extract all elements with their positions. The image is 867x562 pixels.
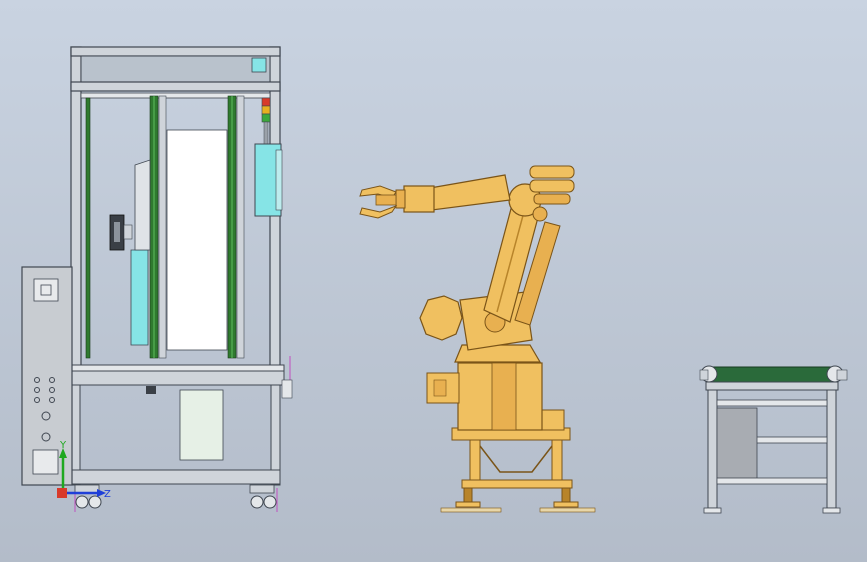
conveyor-cross-beam: [716, 399, 828, 407]
signal-tower: [261, 97, 271, 145]
lower-beam: [70, 469, 281, 485]
base-motor-cap: [433, 379, 447, 397]
cad-assembly-view: Y Z: [21, 46, 848, 514]
shoulder-motor: [419, 295, 463, 341]
green-belt: [711, 366, 833, 383]
cyan-slide-panel: [130, 249, 149, 346]
conveyor-mid-beam: [755, 436, 828, 444]
conveyor-bottom-beam: [716, 477, 828, 485]
frame-upper-rail: [70, 81, 281, 92]
forearm: [429, 174, 511, 211]
cyan-sensor-box: [251, 57, 267, 73]
conveyor-side-rail: [699, 369, 709, 381]
slide-bracket: [134, 159, 151, 251]
triad-z-label: Z: [104, 489, 111, 500]
forearm-motor-top: [529, 165, 575, 179]
conveyor-side-rail-right: [836, 369, 848, 381]
cyan-side-cover: [275, 149, 283, 211]
table-top: [70, 364, 285, 372]
conveyor-leg-left: [707, 389, 718, 509]
roller-conveyor-stand: [699, 365, 848, 514]
base-detail: [491, 362, 517, 431]
lower-bin: [179, 389, 224, 461]
wrist: [403, 185, 435, 213]
conveyor-foot-right: [822, 507, 841, 514]
frame-top-beam: [70, 46, 281, 57]
gripper: [359, 185, 398, 219]
small-bracket: [146, 386, 156, 394]
side-sensor: [281, 379, 293, 399]
wrist-flange: [395, 189, 406, 209]
elbow-hub: [532, 206, 548, 222]
industrial-robot-arm: [359, 165, 596, 513]
forearm-motor-mid: [529, 179, 575, 193]
conveyor-leg-right: [826, 389, 837, 509]
triad-y-label: Y: [59, 440, 67, 451]
conveyor-frame-top: [705, 381, 839, 391]
conveyor-foot-left: [703, 507, 722, 514]
gray-panel: [716, 407, 758, 481]
frame-top-box: [80, 55, 271, 83]
forearm-motor-low: [533, 193, 571, 205]
leveling-feet: [440, 487, 596, 513]
inner-post: [85, 97, 91, 359]
clamp-device: [109, 214, 133, 251]
table-top-beam: [70, 370, 285, 386]
white-panel: [166, 129, 228, 351]
